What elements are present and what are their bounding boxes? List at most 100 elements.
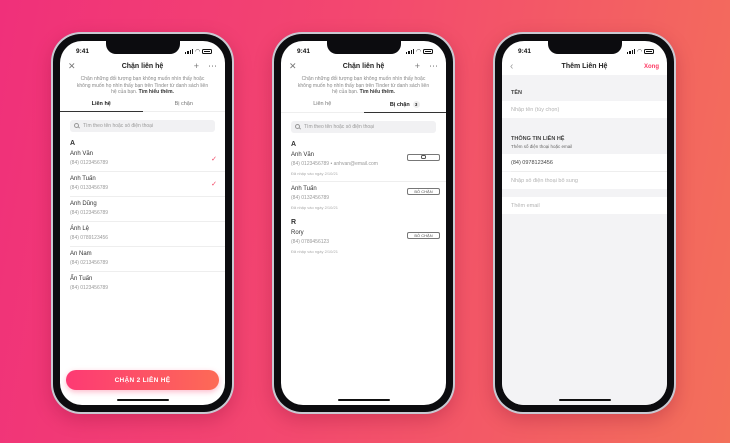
tab-blocked-label: Bị chặn <box>389 101 410 108</box>
contact-details: (84) 0123456789 • anhvan@email.com <box>291 160 378 167</box>
list-item[interactable]: Anh Tuấn (84) 0132456789 Đã nhập vào ngà… <box>291 182 446 215</box>
name-input[interactable] <box>511 106 658 113</box>
contact-info-hint: Thêm số điện thoại hoặc email <box>511 144 573 149</box>
tab-blocked[interactable]: Bị chặn <box>143 101 226 111</box>
status-time: 9:41 <box>76 47 90 55</box>
signal-icon <box>185 48 194 54</box>
contact-name: Anh Văn <box>70 150 94 157</box>
home-indicator <box>337 399 390 401</box>
phone-field[interactable] <box>502 154 667 171</box>
more-icon[interactable]: ⋯ <box>429 62 438 71</box>
block-contacts-button[interactable]: CHẶN 2 LIÊN HỆ <box>66 370 219 390</box>
notch <box>105 41 180 54</box>
status-icons: ◠ <box>185 48 212 55</box>
wifi-icon: ◠ <box>637 48 642 55</box>
more-icon[interactable]: ⋯ <box>208 62 217 71</box>
tabs: Liên hệ Bị chặn <box>60 101 225 112</box>
signal-icon <box>627 48 636 54</box>
contact-name: Anh Dũng <box>70 200 97 207</box>
contact-phone: (84) 0123456789 <box>70 159 109 166</box>
contact-phone: (84) 0123456789 <box>70 209 109 216</box>
search-icon <box>74 123 79 128</box>
close-icon[interactable]: ✕ <box>289 62 297 71</box>
back-chevron-icon[interactable]: ‹ <box>510 61 513 72</box>
contact-phone: (84) 0133456789 <box>70 184 109 191</box>
home-indicator <box>116 399 169 401</box>
description: Chặn những đối tượng bạn không muốn nhìn… <box>297 76 430 95</box>
unblock-button[interactable]: BỎ CHẶN <box>407 231 440 239</box>
learn-more-link[interactable]: Tìm hiểu thêm. <box>139 89 174 95</box>
status-time: 9:41 <box>518 47 532 55</box>
battery-icon <box>644 48 654 54</box>
nav-bar: ✕ Chặn liên hệ + ⋯ <box>60 58 225 75</box>
import-date: Đã nhập vào ngày 2/10/21 <box>291 204 338 210</box>
list-item[interactable]: An Nam (84) 0213456789 <box>70 247 225 272</box>
list-item[interactable]: Rory (84) 0789456123 Đã nhập vào ngày 2/… <box>291 226 446 259</box>
loading-pill[interactable] <box>407 153 440 161</box>
tab-blocked[interactable]: Bị chặn 3 <box>363 100 447 113</box>
page-title: Thêm Liên Hệ <box>561 63 608 70</box>
battery-icon <box>202 48 212 54</box>
list-item[interactable]: Anh Tuấn (84) 0133456789 ✓ <box>70 172 225 197</box>
checkmark-icon[interactable]: ✓ <box>211 155 217 163</box>
tab-contacts[interactable]: Liên hệ <box>281 101 364 112</box>
extra-phone-field[interactable] <box>502 172 667 189</box>
phone-block-contacts: 9:41 ◠ ✕ Chặn liên hệ + ⋯ Chặn những đối… <box>51 32 234 414</box>
phone-input[interactable] <box>511 159 658 166</box>
extra-phone-input[interactable] <box>511 177 658 184</box>
search-bar[interactable] <box>291 120 436 133</box>
contact-email: anhvan@email.com <box>333 160 378 167</box>
unblock-button[interactable]: BỎ CHẶN <box>407 187 440 195</box>
wifi-icon: ◠ <box>195 48 200 55</box>
list-item[interactable]: Ánh Lệ (84) 0789123456 <box>70 222 225 247</box>
search-icon <box>295 124 300 129</box>
signal-icon <box>406 48 415 54</box>
done-button[interactable]: Xong <box>644 64 659 70</box>
nav-bar: ✕ Chặn liên hệ + ⋯ <box>281 58 446 75</box>
phone-blocked-list: 9:41 ◠ ✕ Chặn liên hệ + ⋯ Chặn những đối… <box>272 32 455 414</box>
contact-name: An Nam <box>70 250 92 257</box>
wifi-icon: ◠ <box>416 48 421 55</box>
list-item[interactable]: Anh Dũng (84) 0123456789 <box>70 197 225 222</box>
search-input[interactable] <box>83 122 211 129</box>
status-icons: ◠ <box>406 48 433 55</box>
add-icon[interactable]: + <box>194 62 199 71</box>
status-time: 9:41 <box>297 47 311 55</box>
import-date: Đã nhập vào ngày 2/10/21 <box>291 170 338 176</box>
tabs: Liên hệ Bị chặn 3 <box>281 100 447 113</box>
list-item[interactable]: Anh Văn (84) 0123456789 ✓ <box>70 147 225 172</box>
import-date: Đã nhập vào ngày 2/10/21 <box>291 248 338 254</box>
contact-phone: (84) 0213456789 <box>70 259 109 266</box>
contact-list: Anh Văn (84) 0123456789 ✓ Anh Tuấn (84) … <box>60 147 225 296</box>
section-letter: R <box>291 218 297 226</box>
section-letter: A <box>70 139 76 147</box>
contact-phone: (84) 0789123456 <box>70 234 109 241</box>
contact-name: Anh Tuấn <box>70 175 96 182</box>
phone-add-contact: 9:41 ◠ ‹ Thêm Liên Hệ Xong TÊN THÔNG TIN… <box>493 32 676 414</box>
screen-blocked-list: 9:41 ◠ ✕ Chặn liên hệ + ⋯ Chặn những đối… <box>281 41 446 405</box>
tab-contacts[interactable]: Liên hệ <box>60 101 143 112</box>
battery-icon <box>423 48 433 54</box>
search-input[interactable] <box>304 123 432 130</box>
email-field[interactable] <box>502 197 667 214</box>
checkmark-icon[interactable]: ✓ <box>211 180 217 188</box>
email-input[interactable] <box>511 202 658 209</box>
contact-phone: (84) 0132456789 <box>291 194 330 201</box>
contact-name: Ánh Lệ <box>70 225 90 232</box>
add-icon[interactable]: + <box>415 62 420 71</box>
blocked-count-badge: 3 <box>412 100 420 108</box>
spinner-icon <box>421 155 426 160</box>
notch <box>326 41 401 54</box>
screen-add-contact: 9:41 ◠ ‹ Thêm Liên Hệ Xong TÊN THÔNG TIN… <box>502 41 667 405</box>
search-bar[interactable] <box>70 119 215 132</box>
learn-more-link[interactable]: Tìm hiểu thêm. <box>360 89 395 95</box>
list-item[interactable]: Ẩn Tuấn (84) 0123456789 <box>70 272 225 296</box>
description: Chặn những đối tượng bạn không muốn nhìn… <box>76 76 209 95</box>
home-indicator <box>558 399 611 401</box>
nav-bar: ‹ Thêm Liên Hệ Xong <box>502 58 667 75</box>
name-field[interactable] <box>502 101 667 118</box>
contact-name: Ẩn Tuấn <box>70 275 93 282</box>
close-icon[interactable]: ✕ <box>68 62 76 71</box>
list-item[interactable]: Anh Văn (84) 0123456789 • anhvan@email.c… <box>291 148 446 182</box>
add-contact-form: TÊN THÔNG TIN LIÊN HỆ Thêm số điện thoại… <box>502 75 667 405</box>
